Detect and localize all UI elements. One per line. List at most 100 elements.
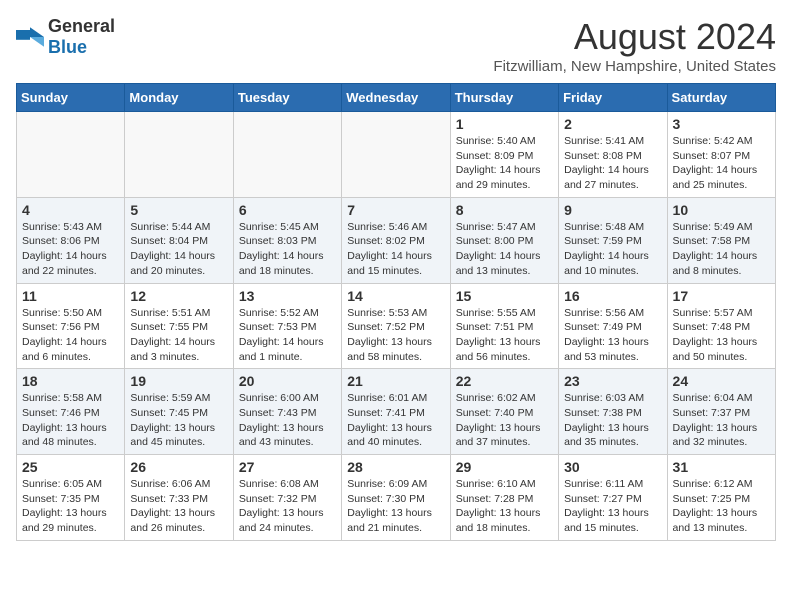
day-info: Sunrise: 6:08 AM Sunset: 7:32 PM Dayligh… [239,477,336,536]
day-number: 17 [673,288,770,304]
day-info: Sunrise: 5:42 AM Sunset: 8:07 PM Dayligh… [673,134,770,193]
day-number: 26 [130,459,227,475]
calendar-day: 25 Sunrise: 6:05 AM Sunset: 7:35 PM Dayli… [17,455,125,541]
day-number: 23 [564,373,661,389]
day-number: 11 [22,288,119,304]
calendar-header-row: SundayMondayTuesdayWednesdayThursdayFrid… [17,84,776,112]
day-info: Sunrise: 5:57 AM Sunset: 7:48 PM Dayligh… [673,306,770,365]
calendar-day: 20 Sunrise: 6:00 AM Sunset: 7:43 PM Dayli… [233,369,341,455]
day-number: 3 [673,116,770,132]
day-number: 20 [239,373,336,389]
calendar-week-4: 18 Sunrise: 5:58 AM Sunset: 7:46 PM Dayli… [17,369,776,455]
logo-blue: Blue [48,37,87,57]
calendar-day: 8 Sunrise: 5:47 AM Sunset: 8:00 PM Daylig… [450,197,558,283]
day-info: Sunrise: 6:01 AM Sunset: 7:41 PM Dayligh… [347,391,444,450]
calendar-day: 15 Sunrise: 5:55 AM Sunset: 7:51 PM Dayli… [450,283,558,369]
logo: General Blue [16,16,115,58]
calendar-day: 18 Sunrise: 5:58 AM Sunset: 7:46 PM Dayli… [17,369,125,455]
day-number: 16 [564,288,661,304]
calendar-day: 21 Sunrise: 6:01 AM Sunset: 7:41 PM Dayli… [342,369,450,455]
calendar-day: 7Sunrise: 5:46 AM Sunset: 8:02 PM Daylig… [342,197,450,283]
day-info: Sunrise: 6:05 AM Sunset: 7:35 PM Dayligh… [22,477,119,536]
calendar-day: 13Sunrise: 5:52 AM Sunset: 7:53 PM Dayli… [233,283,341,369]
day-info: Sunrise: 6:00 AM Sunset: 7:43 PM Dayligh… [239,391,336,450]
day-number: 27 [239,459,336,475]
day-info: Sunrise: 5:41 AM Sunset: 8:08 PM Dayligh… [564,134,661,193]
day-info: Sunrise: 5:40 AM Sunset: 8:09 PM Dayligh… [456,134,553,193]
calendar-week-2: 4 Sunrise: 5:43 AM Sunset: 8:06 PM Daylig… [17,197,776,283]
calendar-week-1: 1 Sunrise: 5:40 AM Sunset: 8:09 PM Daylig… [17,112,776,198]
calendar-day: 12Sunrise: 5:51 AM Sunset: 7:55 PM Dayli… [125,283,233,369]
calendar-day: 11Sunrise: 5:50 AM Sunset: 7:56 PM Dayli… [17,283,125,369]
calendar-day: 14Sunrise: 5:53 AM Sunset: 7:52 PM Dayli… [342,283,450,369]
day-number: 21 [347,373,444,389]
day-number: 1 [456,116,553,132]
weekday-header-tuesday: Tuesday [233,84,341,112]
weekday-header-saturday: Saturday [667,84,775,112]
day-info: Sunrise: 5:52 AM Sunset: 7:53 PM Dayligh… [239,306,336,365]
day-number: 8 [456,202,553,218]
day-info: Sunrise: 6:10 AM Sunset: 7:28 PM Dayligh… [456,477,553,536]
weekday-header-wednesday: Wednesday [342,84,450,112]
page-header: General Blue August 2024 Fitzwilliam, Ne… [16,16,776,75]
calendar-day: 22Sunrise: 6:02 AM Sunset: 7:40 PM Dayli… [450,369,558,455]
day-number: 12 [130,288,227,304]
day-info: Sunrise: 6:02 AM Sunset: 7:40 PM Dayligh… [456,391,553,450]
day-number: 10 [673,202,770,218]
logo-general: General [48,16,115,36]
month-title: August 2024 [493,16,776,58]
day-number: 6 [239,202,336,218]
day-number: 7 [347,202,444,218]
day-info: Sunrise: 5:45 AM Sunset: 8:03 PM Dayligh… [239,220,336,279]
day-number: 30 [564,459,661,475]
weekday-header-monday: Monday [125,84,233,112]
calendar-day: 28 Sunrise: 6:09 AM Sunset: 7:30 PM Dayli… [342,455,450,541]
day-info: Sunrise: 5:43 AM Sunset: 8:06 PM Dayligh… [22,220,119,279]
day-info: Sunrise: 6:11 AM Sunset: 7:27 PM Dayligh… [564,477,661,536]
calendar-day: 29 Sunrise: 6:10 AM Sunset: 7:28 PM Dayli… [450,455,558,541]
calendar-day: 17 Sunrise: 5:57 AM Sunset: 7:48 PM Dayli… [667,283,775,369]
calendar-day: 10Sunrise: 5:49 AM Sunset: 7:58 PM Dayli… [667,197,775,283]
day-info: Sunrise: 5:59 AM Sunset: 7:45 PM Dayligh… [130,391,227,450]
calendar-day: 30 Sunrise: 6:11 AM Sunset: 7:27 PM Dayli… [559,455,667,541]
day-number: 4 [22,202,119,218]
day-number: 14 [347,288,444,304]
calendar-day [125,112,233,198]
calendar-day: 1 Sunrise: 5:40 AM Sunset: 8:09 PM Daylig… [450,112,558,198]
day-number: 5 [130,202,227,218]
day-number: 28 [347,459,444,475]
day-number: 24 [673,373,770,389]
calendar-day: 9Sunrise: 5:48 AM Sunset: 7:59 PM Daylig… [559,197,667,283]
calendar-day [233,112,341,198]
day-number: 18 [22,373,119,389]
calendar-day: 5Sunrise: 5:44 AM Sunset: 8:04 PM Daylig… [125,197,233,283]
day-info: Sunrise: 6:12 AM Sunset: 7:25 PM Dayligh… [673,477,770,536]
day-number: 15 [456,288,553,304]
day-info: Sunrise: 5:55 AM Sunset: 7:51 PM Dayligh… [456,306,553,365]
calendar-day: 27 Sunrise: 6:08 AM Sunset: 7:32 PM Dayli… [233,455,341,541]
calendar-week-3: 11Sunrise: 5:50 AM Sunset: 7:56 PM Dayli… [17,283,776,369]
calendar-day: 23 Sunrise: 6:03 AM Sunset: 7:38 PM Dayli… [559,369,667,455]
calendar-table: SundayMondayTuesdayWednesdayThursdayFrid… [16,83,776,541]
weekday-header-friday: Friday [559,84,667,112]
calendar-week-5: 25 Sunrise: 6:05 AM Sunset: 7:35 PM Dayli… [17,455,776,541]
day-number: 19 [130,373,227,389]
logo-icon [16,27,44,47]
day-info: Sunrise: 6:09 AM Sunset: 7:30 PM Dayligh… [347,477,444,536]
calendar-day: 26Sunrise: 6:06 AM Sunset: 7:33 PM Dayli… [125,455,233,541]
day-number: 25 [22,459,119,475]
location-subtitle: Fitzwilliam, New Hampshire, United State… [493,58,776,75]
day-info: Sunrise: 6:04 AM Sunset: 7:37 PM Dayligh… [673,391,770,450]
day-info: Sunrise: 5:56 AM Sunset: 7:49 PM Dayligh… [564,306,661,365]
calendar-day: 2Sunrise: 5:41 AM Sunset: 8:08 PM Daylig… [559,112,667,198]
day-info: Sunrise: 5:47 AM Sunset: 8:00 PM Dayligh… [456,220,553,279]
day-info: Sunrise: 5:58 AM Sunset: 7:46 PM Dayligh… [22,391,119,450]
day-info: Sunrise: 6:03 AM Sunset: 7:38 PM Dayligh… [564,391,661,450]
calendar-day: 24 Sunrise: 6:04 AM Sunset: 7:37 PM Dayli… [667,369,775,455]
title-block: August 2024 Fitzwilliam, New Hampshire, … [493,16,776,75]
calendar-day: 19 Sunrise: 5:59 AM Sunset: 7:45 PM Dayli… [125,369,233,455]
day-number: 29 [456,459,553,475]
weekday-header-thursday: Thursday [450,84,558,112]
day-number: 9 [564,202,661,218]
day-number: 31 [673,459,770,475]
